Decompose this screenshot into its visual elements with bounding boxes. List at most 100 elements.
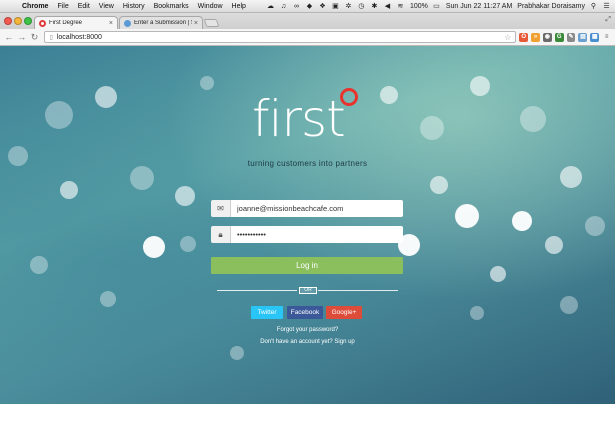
bokeh-decoration bbox=[200, 76, 214, 90]
status-tray: ☁ ♫ ∞ ◆ ❖ ▣ ✲ ◷ ✱ ◀ ≋ 100% ▭ Sun Jun 22 … bbox=[262, 2, 611, 11]
browser-toolbar: ← → ↻ ▯ localhost:8000 ☆ O » ◉ G ✎ ▤ ▦ ≡ bbox=[0, 29, 615, 46]
clock-datetime[interactable]: Sun Jun 22 11:27 AM bbox=[446, 3, 512, 10]
tab-enter-submission[interactable]: Enter a Submission | Smi × bbox=[119, 16, 203, 29]
extension-pen-icon[interactable]: ✎ bbox=[566, 32, 576, 42]
extension-opera-icon[interactable]: O bbox=[519, 32, 529, 42]
back-arrow-icon[interactable]: ← bbox=[4, 32, 14, 42]
bokeh-decoration bbox=[60, 181, 78, 199]
bokeh-decoration bbox=[380, 86, 398, 104]
notification-center-icon[interactable]: ☰ bbox=[602, 2, 611, 10]
cloud-icon[interactable]: ☁ bbox=[266, 2, 275, 10]
bokeh-decoration bbox=[230, 346, 244, 360]
menu-view[interactable]: View bbox=[99, 3, 114, 10]
bokeh-decoration bbox=[130, 166, 154, 190]
extension-puzzle-icon[interactable]: ▤ bbox=[578, 32, 588, 42]
divider-line bbox=[318, 290, 398, 291]
bokeh-decoration bbox=[143, 236, 165, 258]
minimize-window-button[interactable] bbox=[14, 17, 22, 25]
battery-icon[interactable]: ▭ bbox=[432, 2, 441, 10]
tab-strip: First Degree × Enter a Submission | Smi … bbox=[0, 13, 615, 29]
spotlight-search-icon[interactable]: ⚲ bbox=[589, 2, 598, 10]
lock-icon: 🔒︎ bbox=[211, 226, 231, 243]
dropbox-icon[interactable]: ❖ bbox=[318, 2, 327, 10]
bokeh-decoration bbox=[100, 291, 116, 307]
close-window-button[interactable] bbox=[4, 17, 12, 25]
extension-g-icon[interactable]: G bbox=[554, 32, 564, 42]
bokeh-decoration bbox=[175, 186, 195, 206]
link-icon[interactable]: ∞ bbox=[292, 3, 301, 10]
facebook-login-button[interactable]: Facebook bbox=[287, 306, 323, 319]
battery-level[interactable]: 100% bbox=[410, 3, 428, 10]
reload-icon[interactable]: ↻ bbox=[30, 32, 40, 43]
bluetooth-icon[interactable]: ✱ bbox=[370, 2, 379, 10]
page-icon: ▯ bbox=[49, 34, 53, 41]
tab-first-degree[interactable]: First Degree × bbox=[34, 16, 118, 29]
bokeh-decoration bbox=[30, 256, 48, 274]
menu-bookmarks[interactable]: Bookmarks bbox=[154, 3, 189, 10]
menu-edit[interactable]: Edit bbox=[78, 3, 90, 10]
menu-history[interactable]: History bbox=[123, 3, 145, 10]
forgot-password-link[interactable]: Forgot your password? bbox=[0, 327, 615, 333]
bokeh-decoration bbox=[180, 236, 196, 252]
bokeh-decoration bbox=[420, 116, 444, 140]
bokeh-decoration bbox=[512, 211, 532, 231]
menu-chrome[interactable]: Chrome bbox=[22, 3, 48, 10]
extension-window-icon[interactable]: ▦ bbox=[590, 32, 600, 42]
email-field-group: ✉ bbox=[211, 200, 403, 217]
menu-help[interactable]: Help bbox=[232, 3, 246, 10]
bokeh-decoration bbox=[490, 266, 506, 282]
bokeh-decoration bbox=[455, 204, 479, 228]
forward-arrow-icon[interactable]: → bbox=[17, 32, 27, 42]
bokeh-decoration bbox=[470, 306, 484, 320]
email-input[interactable] bbox=[231, 200, 403, 217]
fullscreen-icon[interactable]: ⤢ bbox=[605, 16, 611, 24]
address-bar[interactable]: ▯ localhost:8000 ☆ bbox=[44, 31, 517, 43]
new-tab-button[interactable] bbox=[203, 19, 220, 27]
envelope-icon: ✉ bbox=[211, 200, 231, 217]
close-tab-icon[interactable]: × bbox=[109, 20, 113, 27]
bokeh-decoration bbox=[585, 216, 605, 236]
twitter-login-button[interactable]: Twitter bbox=[251, 306, 283, 319]
extension-feed-icon[interactable]: » bbox=[531, 32, 540, 42]
wifi-icon[interactable]: ≋ bbox=[396, 2, 405, 10]
bokeh-decoration bbox=[560, 296, 578, 314]
bokeh-decoration bbox=[95, 86, 117, 108]
tab-title: First Degree bbox=[49, 20, 83, 26]
volume-icon[interactable]: ◀ bbox=[383, 2, 392, 10]
url-text[interactable]: localhost:8000 bbox=[57, 34, 102, 41]
shield-icon[interactable]: ◆ bbox=[305, 2, 314, 10]
first-favicon-icon bbox=[39, 19, 46, 27]
bookmark-star-icon[interactable]: ☆ bbox=[504, 33, 511, 42]
clock-icon[interactable]: ◷ bbox=[357, 2, 366, 10]
signup-link[interactable]: Don't have an account yet? Sign up bbox=[0, 339, 615, 345]
tab-title: Enter a Submission | Smi bbox=[134, 20, 192, 26]
password-input[interactable] bbox=[231, 226, 403, 243]
close-tab-icon[interactable]: × bbox=[194, 20, 198, 27]
password-field-group: 🔒︎ bbox=[211, 226, 403, 243]
menu-window[interactable]: Window bbox=[198, 3, 223, 10]
user-name[interactable]: Prabhakar Doraisamy bbox=[517, 3, 585, 10]
bokeh-decoration bbox=[545, 236, 563, 254]
site-favicon-icon bbox=[124, 19, 131, 27]
bokeh-decoration bbox=[560, 166, 582, 188]
window-icon[interactable]: ▣ bbox=[331, 2, 340, 10]
menu-file[interactable]: File bbox=[57, 3, 68, 10]
cog-icon[interactable]: ✲ bbox=[344, 2, 353, 10]
menu-bar: Chrome File Edit View History Bookmarks … bbox=[0, 0, 615, 13]
page-viewport: first turning customers into partners ✉ … bbox=[0, 46, 615, 404]
zoom-window-button[interactable] bbox=[24, 17, 32, 25]
chrome-menu-icon[interactable]: ≡ bbox=[602, 33, 611, 42]
divider-line bbox=[217, 290, 297, 291]
or-divider-label: OR bbox=[299, 287, 317, 294]
bokeh-decoration bbox=[520, 106, 546, 132]
headphones-icon[interactable]: ♫ bbox=[279, 3, 288, 10]
window-bottom-area bbox=[0, 404, 615, 424]
extension-camera-icon[interactable]: ◉ bbox=[542, 32, 552, 42]
logo-ring-icon bbox=[340, 88, 358, 106]
login-button[interactable]: Log in bbox=[211, 257, 403, 274]
google-login-button[interactable]: Google+ bbox=[326, 306, 362, 319]
bokeh-decoration bbox=[430, 176, 448, 194]
first-logo: first bbox=[252, 90, 346, 148]
bokeh-decoration bbox=[45, 101, 73, 129]
bokeh-decoration bbox=[470, 76, 490, 96]
